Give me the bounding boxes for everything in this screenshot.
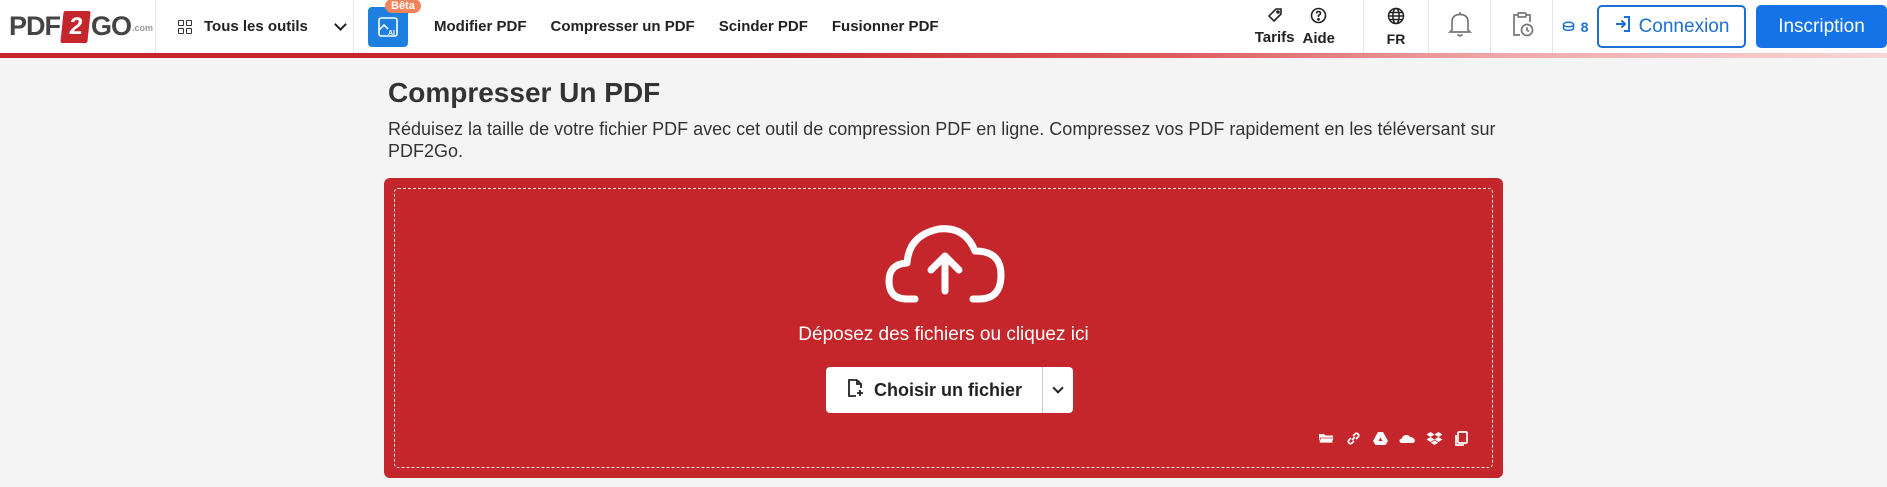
- drop-instructions: Déposez des fichiers ou cliquez ici: [798, 324, 1089, 345]
- all-tools-label: Tous les outils: [204, 18, 308, 35]
- logo-text-left: PDF: [9, 11, 61, 41]
- header-accent-strip: [0, 53, 1887, 58]
- coins-icon: [1562, 19, 1575, 35]
- chevron-down-icon: [1052, 382, 1064, 394]
- tag-icon: [1267, 7, 1283, 27]
- help-label: Aide: [1302, 29, 1335, 47]
- choose-file-label: Choisir un fichier: [874, 379, 1023, 400]
- choose-file-button[interactable]: Choisir un fichier: [826, 367, 1044, 413]
- beta-badge: Bêta: [385, 0, 421, 13]
- header-right-tools: Tarifs Aide FR 8 Connexion Inscription: [1246, 0, 1887, 53]
- pricing-link[interactable]: Tarifs: [1254, 0, 1295, 53]
- login-button[interactable]: Connexion: [1597, 5, 1746, 48]
- logo-text-right: GO: [91, 11, 132, 41]
- logo-text-mid: 2: [60, 10, 91, 43]
- signup-button[interactable]: Inscription: [1756, 5, 1887, 48]
- globe-icon: [1387, 7, 1405, 28]
- dropzone-dashed-area[interactable]: Déposez des fichiers ou cliquez ici Choi…: [394, 188, 1493, 468]
- nav-compress-pdf[interactable]: Compresser un PDF: [551, 18, 695, 35]
- sign-in-icon: [1614, 15, 1632, 39]
- chevron-down-icon: [334, 18, 347, 31]
- login-label: Connexion: [1638, 15, 1730, 37]
- cloud-upload-icon: [883, 221, 1007, 305]
- page-title: Compresser Un PDF: [388, 77, 661, 108]
- language-selector[interactable]: FR: [1363, 0, 1429, 53]
- google-drive-icon[interactable]: [1372, 430, 1389, 447]
- language-label: FR: [1386, 30, 1406, 47]
- main-content: Compresser Un PDF Réduisez la taille de …: [388, 76, 1503, 162]
- clipboard-icon[interactable]: [1453, 430, 1470, 447]
- credits-count: 8: [1580, 18, 1589, 35]
- credits-indicator[interactable]: 8: [1553, 0, 1597, 53]
- notifications-button[interactable]: [1429, 0, 1491, 53]
- svg-text:AI: AI: [388, 30, 395, 37]
- grid-icon: [178, 19, 192, 34]
- help-icon: [1310, 7, 1327, 28]
- bell-icon: [1447, 10, 1473, 43]
- nav-split-pdf[interactable]: Scinder PDF: [719, 18, 808, 35]
- pdf2go-logo[interactable]: PDF 2 GO .com: [0, 0, 156, 53]
- more-sources-dropdown[interactable]: [1043, 367, 1073, 413]
- file-add-icon: [846, 378, 864, 403]
- onedrive-icon[interactable]: [1399, 430, 1416, 447]
- ai-tool[interactable]: AI Bêta: [354, 0, 421, 53]
- folder-icon[interactable]: [1318, 430, 1335, 447]
- help-link[interactable]: Aide: [1302, 0, 1335, 53]
- link-icon[interactable]: [1345, 430, 1362, 447]
- history-button[interactable]: [1491, 0, 1553, 53]
- nav-edit-pdf[interactable]: Modifier PDF: [434, 18, 527, 35]
- nav-merge-pdf[interactable]: Fusionner PDF: [832, 18, 939, 35]
- dropbox-icon[interactable]: [1426, 430, 1443, 447]
- primary-nav: Modifier PDF Compresser un PDF Scinder P…: [409, 0, 1246, 53]
- all-tools-menu[interactable]: Tous les outils: [156, 0, 354, 53]
- top-navigation: PDF 2 GO .com Tous les outils AI Bêta Mo…: [0, 0, 1887, 53]
- logo-text-suffix: .com: [132, 22, 154, 33]
- choose-file-group: Choisir un fichier: [826, 367, 1074, 413]
- page-description: Réduisez la taille de votre fichier PDF …: [388, 119, 1496, 161]
- pricing-label: Tarifs: [1254, 29, 1295, 46]
- file-dropzone[interactable]: Déposez des fichiers ou cliquez ici Choi…: [384, 178, 1503, 478]
- upload-source-icons: [1318, 430, 1470, 447]
- clipboard-clock-icon: [1509, 10, 1535, 43]
